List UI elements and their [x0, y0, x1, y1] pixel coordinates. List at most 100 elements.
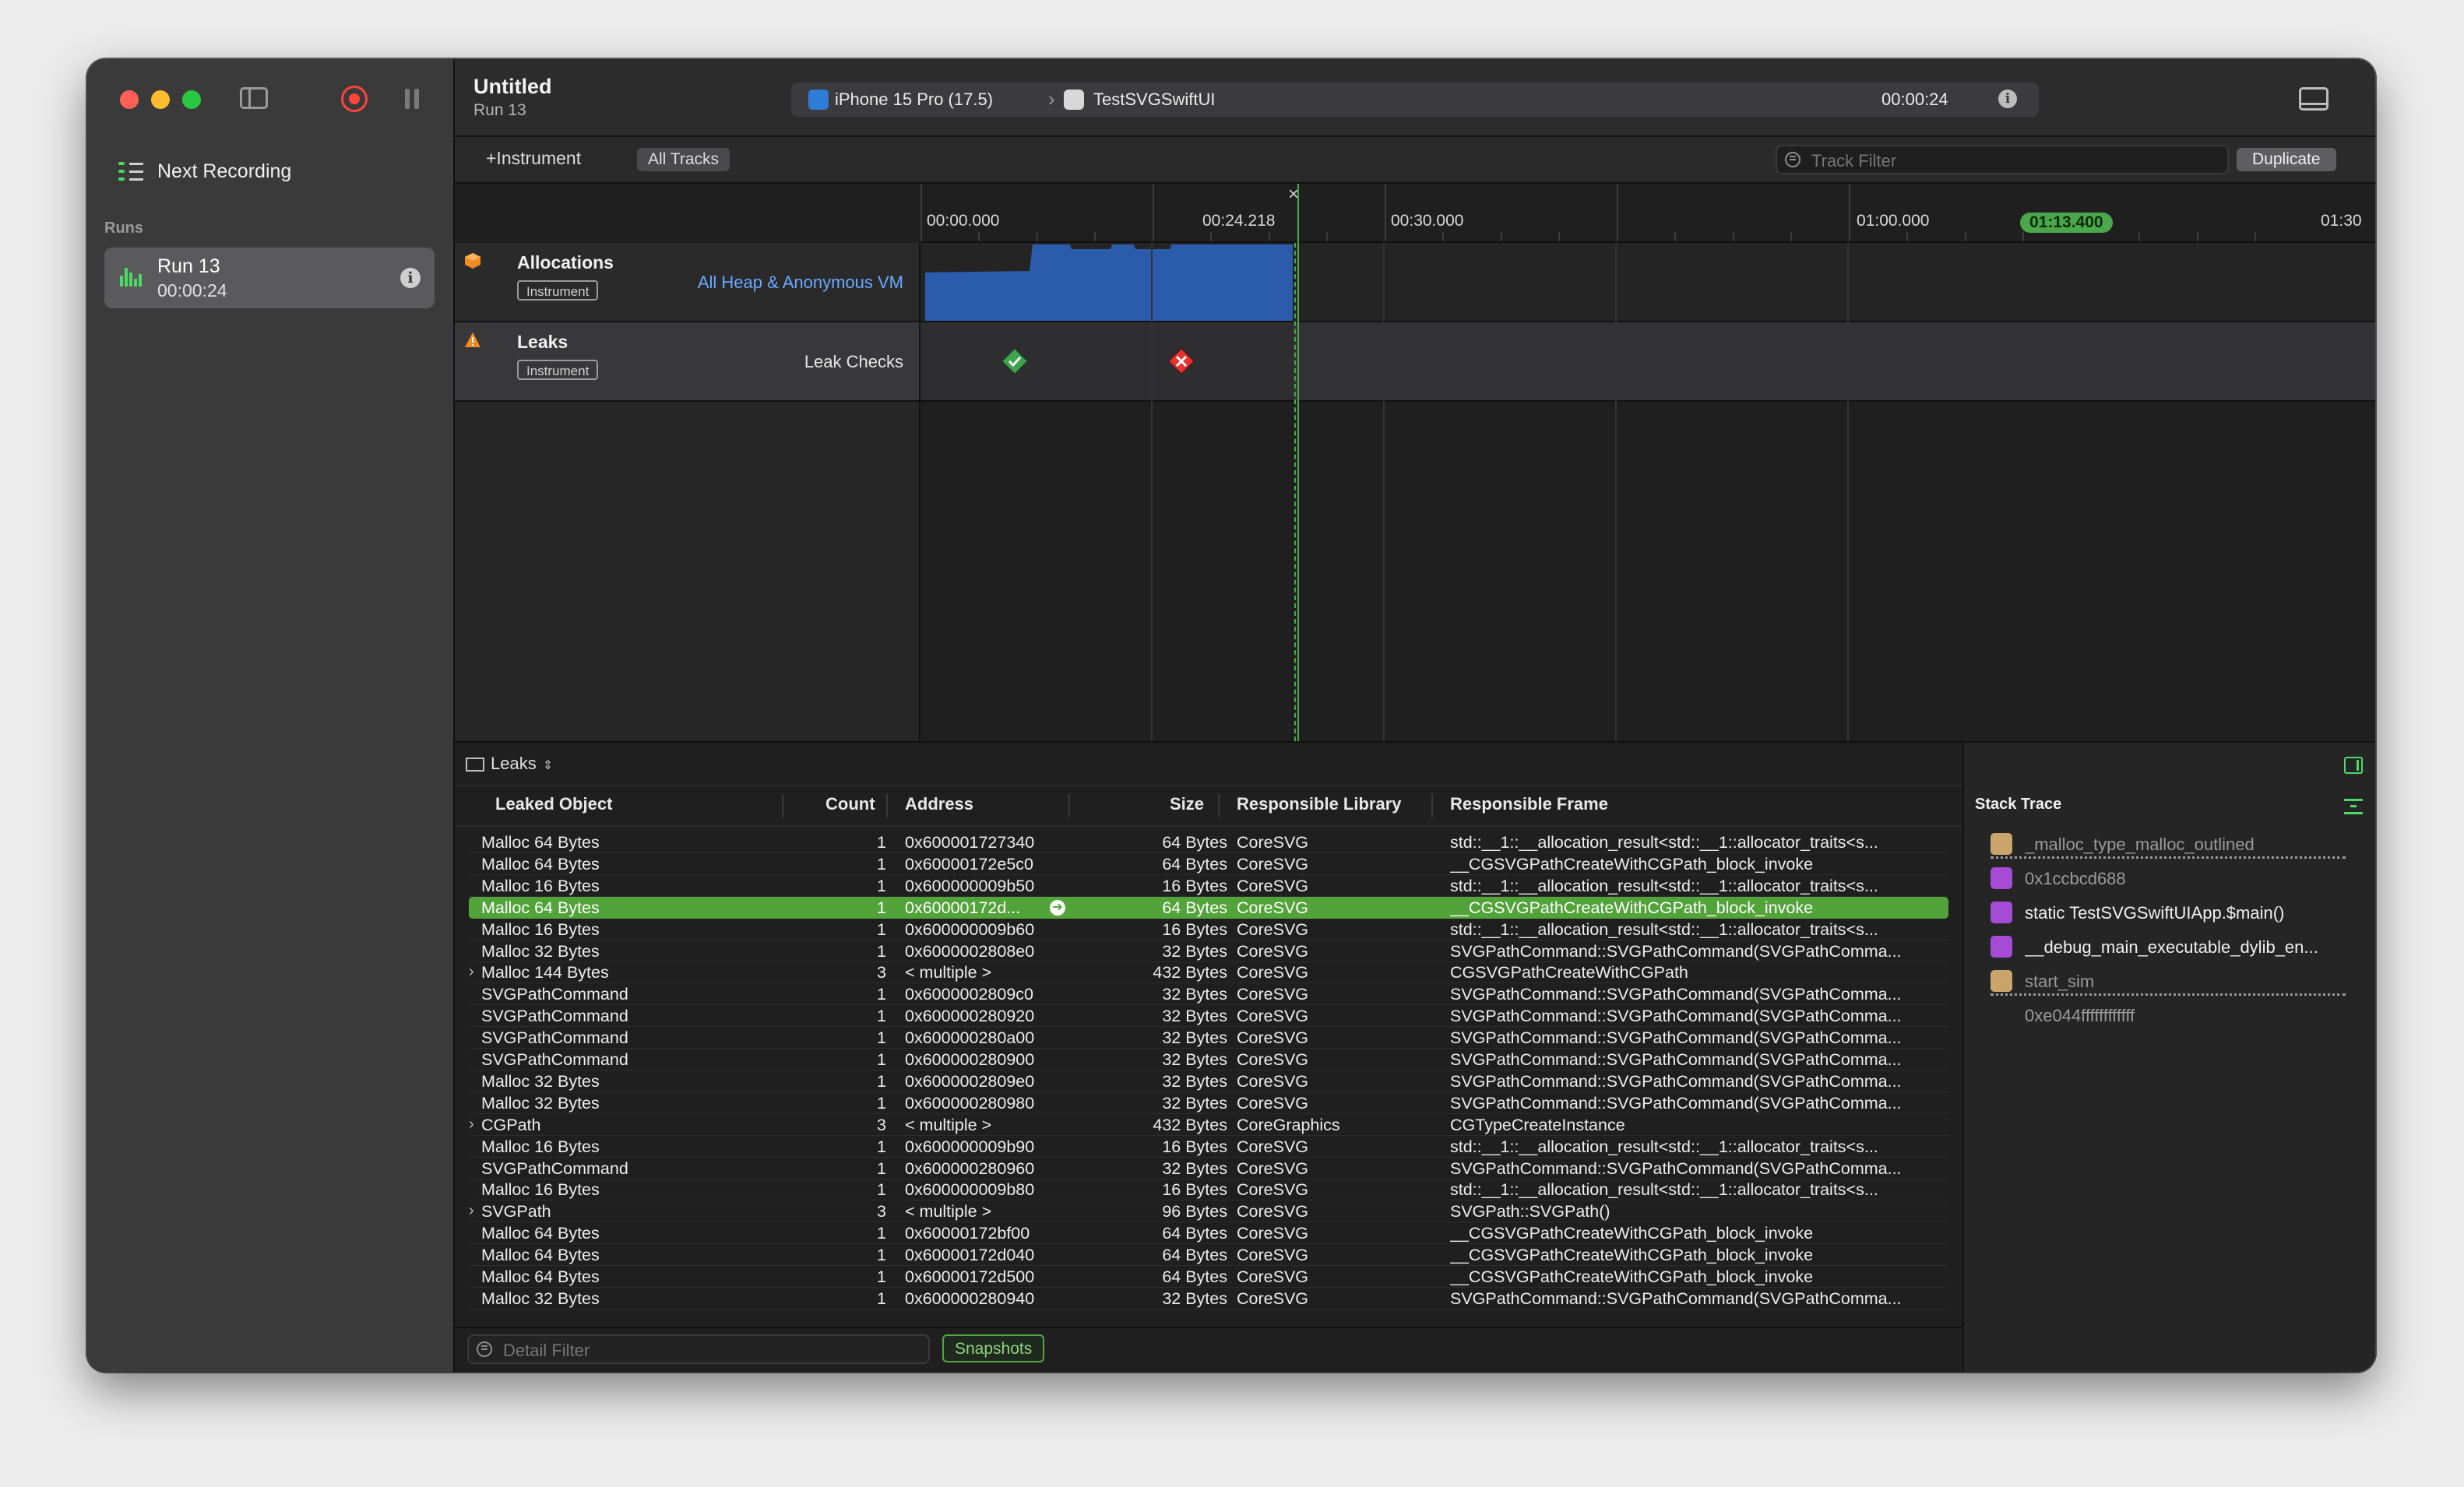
cell-size: 64 Bytes [1162, 898, 1227, 917]
table-row[interactable]: Malloc 32 Bytes 1 0x6000002809e0 32 Bytes Co… [469, 1070, 1948, 1092]
table-row[interactable]: Malloc 16 Bytes 1 0x600000009b60 16 Bytes Co… [469, 919, 1948, 940]
table-row[interactable]: › Malloc 144 Bytes 3 < multiple >432 Bytes C… [469, 961, 1948, 984]
document-title: Untitled [473, 75, 552, 98]
stack-options-icon[interactable] [2344, 797, 2363, 816]
leaks-lane[interactable] [920, 322, 2375, 400]
disclosure-chevron-icon[interactable]: › [469, 1202, 474, 1220]
detail-view-selector[interactable]: Leaks ⇕ [466, 754, 553, 774]
run-item[interactable]: Run 13 00:00:24 i [104, 248, 435, 308]
table-row[interactable]: Malloc 16 Bytes 1 0x600000009b80 16 Bytes Co… [469, 1179, 1948, 1201]
table-row[interactable]: Malloc 16 Bytes 1 0x600000009b50 16 Bytes Co… [469, 875, 1948, 897]
cell-object: Malloc 32 Bytes [481, 1288, 600, 1308]
time-ruler[interactable]: 00:00.000 00:24.218 00:30.000 01:00.000 … [920, 184, 2375, 243]
playhead-line[interactable] [1297, 184, 1299, 741]
cell-frame: __CGSVGPathCreateWithCGPath_block_invoke [1450, 854, 1814, 874]
detail-filter-input[interactable] [502, 1340, 894, 1362]
table-row[interactable]: Malloc 64 Bytes 1 0x600001727340 64 Bytes Co… [469, 831, 1948, 853]
disclosure-chevron-icon[interactable]: › [469, 1116, 474, 1134]
bottom-panel-toggle-icon[interactable] [2299, 87, 2328, 111]
stack-frame[interactable]: static TestSVGSwiftUIApp.$main() [1991, 898, 2346, 925]
time-marker[interactable]: 01:13.400 [2020, 213, 2113, 233]
instrument-badge[interactable]: Instrument [517, 360, 599, 380]
cell-object: SVGPathCommand [481, 1028, 628, 1048]
cell-frame: CGSVGPathCreateWithCGPath [1450, 963, 1688, 983]
record-button[interactable] [341, 86, 368, 112]
cell-size: 32 Bytes [1162, 1093, 1227, 1113]
stack-frame[interactable]: 0xe044ffffffffffff [1991, 1001, 2346, 1028]
table-row[interactable]: SVGPathCommand 1 0x600000280a00 32 Bytes Cor… [469, 1027, 1948, 1049]
cell-count: 1 [877, 1028, 886, 1048]
app-name[interactable]: TestSVGSwiftUI [1093, 90, 1215, 110]
cell-library: CoreSVG [1237, 963, 1309, 983]
target-device-bar[interactable]: iPhone 15 Pro (17.5) › TestSVGSwiftUI 00… [791, 83, 2039, 117]
table-row[interactable]: Malloc 16 Bytes 1 0x600000009b90 16 Bytes Co… [469, 1136, 1948, 1158]
table-row[interactable]: SVGPathCommand 1 0x600000280960 32 Bytes Cor… [469, 1158, 1948, 1179]
table-row[interactable]: Malloc 32 Bytes 1 0x6000002808e0 32 Bytes Co… [469, 940, 1948, 962]
table-row[interactable]: Malloc 32 Bytes 1 0x600000280940 32 Bytes Co… [469, 1288, 1948, 1309]
run-info-icon[interactable]: i [400, 268, 421, 288]
tick-label: 01:00.000 [1857, 212, 1930, 230]
col-count[interactable]: Count [825, 794, 875, 814]
next-recording-item[interactable]: Next Recording [118, 156, 291, 187]
device-name[interactable]: iPhone 15 Pro (17.5) [835, 90, 993, 110]
cell-library: CoreSVG [1237, 898, 1309, 917]
col-responsible-frame[interactable]: Responsible Frame [1450, 794, 1608, 814]
cell-frame: SVGPathCommand::SVGPathCommand(SVGPathCo… [1450, 1050, 1902, 1069]
tick-label: 00:00.000 [927, 212, 1000, 230]
cell-library: CoreSVG [1237, 1050, 1309, 1069]
table-row[interactable]: › SVGPath 3 < multiple >96 Bytes CoreSVG SVGP… [469, 1200, 1948, 1223]
cell-count: 1 [877, 1288, 886, 1308]
col-leaked-object[interactable]: Leaked Object [495, 794, 612, 814]
table-row[interactable]: Malloc 64 Bytes 1 0x60000172d040 64 Bytes Co… [469, 1244, 1948, 1267]
allocations-track[interactable]: Allocations Instrument All Heap & Anonym… [455, 243, 2375, 322]
snapshots-button[interactable]: Snapshots [942, 1334, 1045, 1362]
col-size[interactable]: Size [1170, 794, 1204, 814]
minimize-window-button[interactable] [151, 90, 170, 109]
allocations-detail-link[interactable]: All Heap & Anonymous VM [698, 272, 903, 293]
library-icon [1991, 833, 2012, 855]
table-row[interactable]: Malloc 64 Bytes 1 0x60000172e5c0 64 Bytes Co… [469, 853, 1948, 875]
all-tracks-button[interactable]: All Tracks [637, 148, 730, 171]
track-filter-input[interactable] [1810, 150, 2202, 172]
leak-check-pass-icon[interactable] [1001, 348, 1028, 374]
col-responsible-library[interactable]: Responsible Library [1237, 794, 1402, 814]
allocations-lane[interactable] [920, 243, 2375, 321]
table-row[interactable]: SVGPathCommand 1 0x600000280900 32 Bytes Cor… [469, 1049, 1948, 1070]
cell-frame: SVGPathCommand::SVGPathCommand(SVGPathCo… [1450, 1071, 1902, 1091]
cell-object: Malloc 16 Bytes [481, 919, 600, 939]
sidebar: Next Recording Runs Run 13 00:00:24 i [87, 59, 455, 1372]
table-row[interactable]: Malloc 64 Bytes 1 0x60000172d500 64 Bytes Co… [469, 1266, 1948, 1288]
duplicate-button[interactable]: Duplicate [2237, 148, 2336, 171]
sidebar-toggle-icon[interactable] [240, 87, 268, 109]
table-row[interactable]: SVGPathCommand 1 0x600000280920 32 Bytes Cor… [469, 1005, 1948, 1028]
table-row[interactable]: Malloc 64 Bytes 1 0x60000172d... 64 Bytes Co… [469, 896, 1948, 919]
cell-object: Malloc 64 Bytes [481, 898, 600, 917]
table-row[interactable]: Malloc 32 Bytes 1 0x600000280980 32 Bytes Co… [469, 1092, 1948, 1114]
disclosure-chevron-icon[interactable]: › [469, 963, 474, 981]
leaks-track[interactable]: Leaks Instrument Leak Checks [455, 322, 2375, 402]
track-filter-field[interactable] [1776, 145, 2229, 174]
pause-button[interactable] [405, 89, 421, 109]
info-icon[interactable]: i [1998, 90, 2017, 108]
detail-filter-field[interactable] [467, 1334, 930, 1364]
leaks-track-header[interactable]: Leaks Instrument Leak Checks [455, 322, 920, 400]
table-row[interactable]: Malloc 64 Bytes 1 0x60000172bf00 64 Bytes Co… [469, 1222, 1948, 1245]
run-name: Run 13 [157, 255, 220, 277]
inspector-toggle-icon[interactable] [2344, 757, 2363, 774]
stack-frame[interactable]: start_sim [1991, 967, 2346, 996]
table-row[interactable]: › CGPath 3 < multiple >432 Bytes CoreGraphic… [469, 1114, 1948, 1136]
jump-arrow-icon[interactable]: ➔ [1050, 899, 1065, 916]
stack-frame[interactable]: __debug_main_executable_dylib_en... [1991, 933, 2346, 959]
allocations-cube-icon [465, 253, 480, 269]
leak-check-fail-icon[interactable] [1168, 348, 1195, 374]
instrument-badge[interactable]: Instrument [517, 280, 599, 301]
cell-size: 32 Bytes [1162, 985, 1227, 1004]
zoom-window-button[interactable] [182, 90, 201, 109]
allocations-track-header[interactable]: Allocations Instrument All Heap & Anonym… [455, 243, 920, 321]
add-instrument-button[interactable]: +Instrument [486, 148, 581, 169]
stack-frame[interactable]: _malloc_type_malloc_outlined [1991, 830, 2346, 859]
table-row[interactable]: SVGPathCommand 1 0x6000002809c0 32 Bytes Cor… [469, 983, 1948, 1006]
stack-frame[interactable]: 0x1ccbcd688 [1991, 864, 2346, 891]
close-window-button[interactable] [120, 90, 139, 109]
col-address[interactable]: Address [905, 794, 973, 814]
